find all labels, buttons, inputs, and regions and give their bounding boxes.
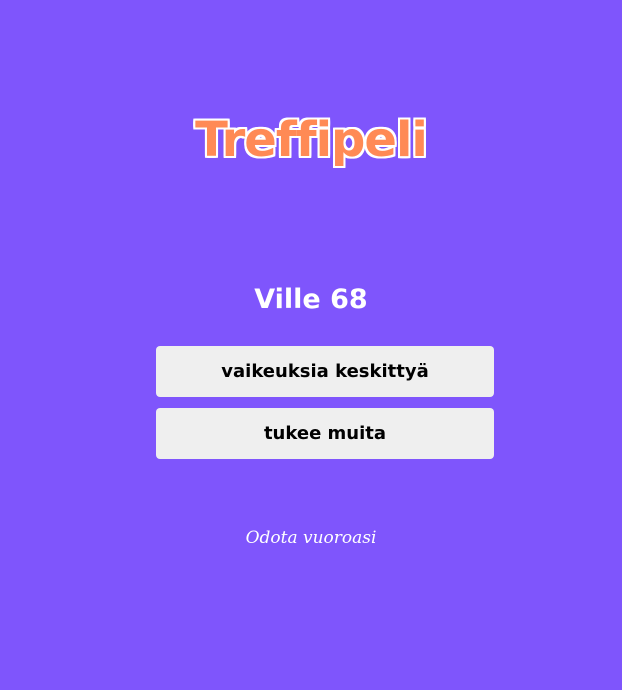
player-name: Ville 68 [254, 284, 368, 315]
game-title: Treffipeli [195, 112, 428, 168]
choice-button-2[interactable]: tukee muita [156, 408, 494, 459]
turn-status-text: Odota vuoroasi [245, 528, 377, 548]
choice-button-1[interactable]: vaikeuksia keskittyä [156, 346, 494, 397]
